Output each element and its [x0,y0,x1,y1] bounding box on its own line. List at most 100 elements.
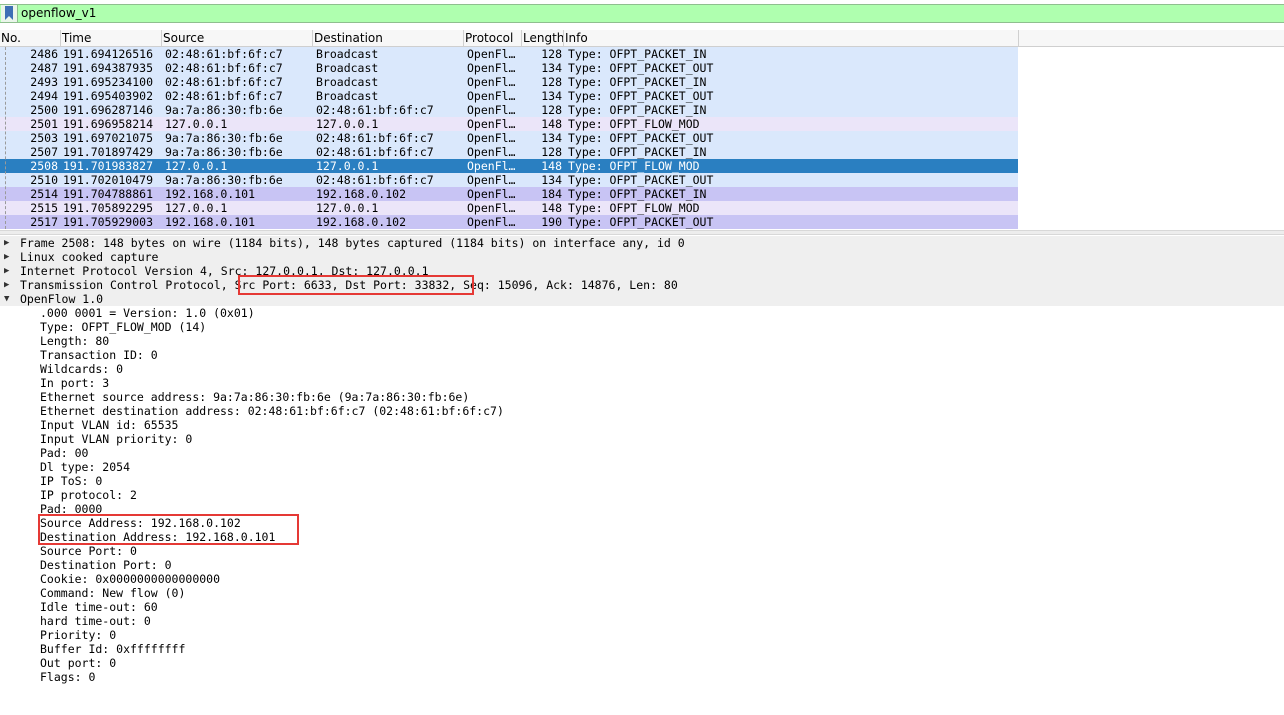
packet-source: 9a:7a:86:30:fb:6e [165,173,283,187]
openflow-field[interactable]: IP protocol: 2 [0,488,1284,502]
expand-arrow-icon[interactable]: ▶ [4,278,14,292]
openflow-field[interactable]: Wildcards: 0 [0,362,1284,376]
openflow-field[interactable]: Source Port: 0 [0,544,1284,558]
packet-destination: Broadcast [316,75,379,89]
packet-row[interactable]: 2493 191.695234100 02:48:61:bf:6f:c7 Broadc… [0,75,1018,89]
display-filter-input[interactable]: openflow_v1 [21,6,96,21]
openflow-field[interactable]: Idle time-out: 60 [0,600,1284,614]
packet-source: 02:48:61:bf:6f:c7 [165,61,283,75]
packet-protocol: OpenFl… [467,61,516,75]
packet-list: 2486 191.694126516 02:48:61:bf:6f:c7 Broadc… [0,47,1284,229]
openflow-field[interactable]: Input VLAN priority: 0 [0,432,1284,446]
packet-number: 2493 [30,75,58,89]
column-header-time[interactable]: Time [60,30,161,46]
tree-item-tcp[interactable]: ▶ Transmission Control Protocol, Src Por… [0,278,1284,292]
column-header-info[interactable]: Info [563,30,1018,46]
field-label: Type: OFPT_FLOW_MOD (14) [40,320,207,334]
openflow-field[interactable]: Command: New flow (0) [0,586,1284,600]
openflow-field[interactable]: Flags: 0 [0,670,1284,684]
openflow-field[interactable]: Dl type: 2054 [0,460,1284,474]
packet-length: 148 [541,159,562,173]
packet-destination: 02:48:61:bf:6f:c7 [316,103,434,117]
field-label: Ethernet source address: 9a:7a:86:30:fb:… [40,390,470,404]
openflow-field[interactable]: hard time-out: 0 [0,614,1284,628]
field-label: In port: 3 [40,376,110,390]
packet-time: 191.697021075 [63,131,154,145]
packet-row[interactable]: 2500 191.696287146 9a:7a:86:30:fb:6e 02:48:… [0,103,1018,117]
column-header-no[interactable]: No. [0,30,60,46]
openflow-field[interactable]: Pad: 00 [0,446,1284,460]
packet-info: Type: OFPT_PACKET_IN [568,47,707,61]
packet-info: Type: OFPT_FLOW_MOD [568,201,700,215]
openflow-field[interactable]: Buffer Id: 0xffffffff [0,642,1284,656]
packet-number: 2510 [30,173,58,187]
openflow-field[interactable]: Transaction ID: 0 [0,348,1284,362]
packet-row[interactable]: 2515 191.705892295 127.0.0.1 127.0.0.1 OpenF… [0,201,1018,215]
packet-info: Type: OFPT_PACKET_OUT [568,131,714,145]
field-label: hard time-out: 0 [40,614,151,628]
openflow-field[interactable]: Ethernet destination address: 02:48:61:b… [0,404,1284,418]
packet-info: Type: OFPT_FLOW_MOD [568,159,700,173]
openflow-field[interactable]: Priority: 0 [0,628,1284,642]
field-label: IP protocol: 2 [40,488,137,502]
packet-time: 191.705892295 [63,201,154,215]
packet-source: 127.0.0.1 [165,159,228,173]
expand-arrow-icon[interactable]: ▶ [4,250,14,264]
packet-row[interactable]: 2510 191.702010479 9a:7a:86:30:fb:6e 02:48:… [0,173,1018,187]
pane-splitter[interactable] [0,230,1284,235]
packet-source: 9a:7a:86:30:fb:6e [165,145,283,159]
packet-time: 191.702010479 [63,173,154,187]
packet-row[interactable]: 2494 191.695403902 02:48:61:bf:6f:c7 Broadc… [0,89,1018,103]
packet-row[interactable]: 2517 191.705929003 192.168.0.101 192.168.0.… [0,215,1018,229]
field-label: .000 0001 = Version: 1.0 (0x01) [40,306,255,320]
packet-row[interactable]: 2487 191.694387935 02:48:61:bf:6f:c7 Broadc… [0,61,1018,75]
packet-row[interactable]: 2503 191.697021075 9a:7a:86:30:fb:6e 02:48:… [0,131,1018,145]
openflow-field[interactable]: Destination Port: 0 [0,558,1284,572]
packet-destination: 02:48:61:bf:6f:c7 [316,131,434,145]
openflow-field[interactable]: IP ToS: 0 [0,474,1284,488]
packet-row[interactable]: 2514 191.704788861 192.168.0.101 192.168.0.… [0,187,1018,201]
collapse-arrow-icon[interactable]: ▼ [4,292,14,306]
packet-row[interactable]: 2507 191.701897429 9a:7a:86:30:fb:6e 02:48:… [0,145,1018,159]
bookmark-button[interactable] [1,5,18,22]
openflow-field[interactable]: Ethernet source address: 9a:7a:86:30:fb:… [0,390,1284,404]
column-header-length[interactable]: Length [521,30,563,46]
packet-row[interactable]: 2486 191.694126516 02:48:61:bf:6f:c7 Broadc… [0,47,1018,61]
openflow-field[interactable]: .000 0001 = Version: 1.0 (0x01) [0,306,1284,320]
packet-info: Type: OFPT_PACKET_OUT [568,89,714,103]
openflow-field[interactable]: Input VLAN id: 65535 [0,418,1284,432]
field-label: Buffer Id: 0xffffffff [40,642,186,656]
related-packets-line [5,47,6,229]
packet-source: 127.0.0.1 [165,201,228,215]
packet-number: 2503 [30,131,58,145]
packet-destination: 192.168.0.102 [316,187,407,201]
packet-length: 134 [541,61,562,75]
tree-item-frame[interactable]: ▶ Frame 2508: 148 bytes on wire (1184 bi… [0,236,1284,250]
tree-item-ipv4[interactable]: ▶ Internet Protocol Version 4, Src: 127.… [0,264,1284,278]
openflow-field[interactable]: Cookie: 0x0000000000000000 [0,572,1284,586]
packet-protocol: OpenFl… [467,145,516,159]
packet-number: 2515 [30,201,58,215]
packet-source: 02:48:61:bf:6f:c7 [165,47,283,61]
column-header-source[interactable]: Source [161,30,312,46]
packet-destination: Broadcast [316,89,379,103]
column-header-protocol[interactable]: Protocol [463,30,521,46]
packet-source: 127.0.0.1 [165,117,228,131]
openflow-field[interactable]: In port: 3 [0,376,1284,390]
column-header-destination[interactable]: Destination [312,30,463,46]
field-label: Source Port: 0 [40,544,137,558]
packet-row[interactable]: 2501 191.696958214 127.0.0.1 127.0.0.1 OpenF… [0,117,1018,131]
openflow-field[interactable]: Length: 80 [0,334,1284,348]
packet-list-header: No. Time Source Destination Protocol Len… [0,30,1284,47]
openflow-field[interactable]: Out port: 0 [0,656,1284,670]
expand-arrow-icon[interactable]: ▶ [4,236,14,250]
tree-item-openflow[interactable]: ▼ OpenFlow 1.0 [0,292,1284,306]
packet-time: 191.701897429 [63,145,154,159]
openflow-field[interactable]: Type: OFPT_FLOW_MOD (14) [0,320,1284,334]
packet-row[interactable]: 2508 191.701983827 127.0.0.1 127.0.0.1 OpenF… [0,159,1018,173]
expand-arrow-icon[interactable]: ▶ [4,264,14,278]
tree-item-linux-cooked[interactable]: ▶ Linux cooked capture [0,250,1284,264]
packet-number: 2494 [30,89,58,103]
packet-length: 134 [541,131,562,145]
packet-length: 148 [541,117,562,131]
